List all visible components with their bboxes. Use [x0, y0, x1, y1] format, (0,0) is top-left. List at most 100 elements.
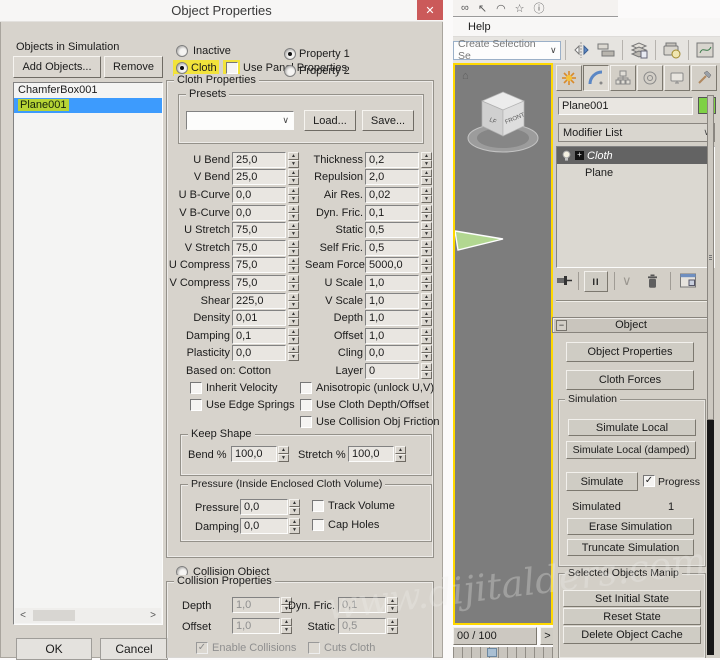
spinner-icon[interactable]: ▲▼: [421, 275, 432, 291]
truncate-simulation-button[interactable]: Truncate Simulation: [567, 539, 694, 556]
align-icon[interactable]: [594, 39, 618, 61]
spinner-icon[interactable]: ▲▼: [421, 205, 432, 221]
load-button[interactable]: Load...: [304, 110, 356, 131]
curve-editor-icon[interactable]: [693, 39, 717, 61]
param-field[interactable]: 0,1: [232, 328, 286, 344]
param-field[interactable]: 225,0: [232, 293, 286, 309]
param-field[interactable]: 75,0: [232, 257, 286, 273]
spinner-icon[interactable]: ▲▼: [421, 240, 432, 256]
pressure-field[interactable]: 0,0: [240, 499, 288, 515]
spinner-icon[interactable]: ▲▼: [289, 518, 300, 534]
configure-modifier-sets-icon[interactable]: [680, 273, 696, 288]
spinner-icon[interactable]: ▲▼: [421, 187, 432, 203]
selection-set-combo[interactable]: Create Selection Se ∨: [453, 41, 561, 60]
spinner-icon[interactable]: ▲▼: [288, 293, 299, 309]
track-bar[interactable]: [453, 647, 553, 658]
spinner-icon[interactable]: ▲▼: [288, 187, 299, 203]
ok-button[interactable]: OK: [16, 638, 92, 660]
param-field[interactable]: 2,0: [365, 169, 419, 185]
spinner-icon[interactable]: ▲▼: [421, 363, 432, 379]
param-field[interactable]: 0,5: [365, 222, 419, 238]
param-field[interactable]: 5000,0: [365, 257, 419, 273]
mirror-icon[interactable]: [570, 39, 594, 61]
param-field[interactable]: 0,5: [365, 240, 419, 256]
cancel-button[interactable]: Cancel: [100, 638, 168, 660]
pin-stack-icon[interactable]: [556, 272, 573, 288]
param-field[interactable]: 0: [365, 363, 419, 379]
bulb-icon[interactable]: [561, 150, 572, 162]
param-field[interactable]: 75,0: [232, 240, 286, 256]
param-field[interactable]: 75,0: [232, 222, 286, 238]
object-properties-button[interactable]: Object Properties: [566, 342, 694, 362]
rollout-object[interactable]: − Object: [552, 317, 710, 333]
param-field[interactable]: 0,01: [232, 310, 286, 326]
presets-dropdown[interactable]: ∨: [186, 111, 294, 130]
cloth-forces-button[interactable]: Cloth Forces: [566, 370, 694, 390]
cloth-plane-object[interactable]: [455, 222, 507, 254]
save-button[interactable]: Save...: [362, 110, 414, 131]
simulate-local-button[interactable]: Simulate Local: [568, 419, 696, 436]
spinner-icon[interactable]: ▲▼: [421, 345, 432, 361]
spinner-icon[interactable]: ▲▼: [421, 293, 432, 309]
time-slider-thumb[interactable]: [487, 648, 497, 657]
param-field[interactable]: 75,0: [232, 275, 286, 291]
simulation-objects-list[interactable]: ChamferBox001 Plane001 < >: [13, 82, 163, 625]
set-initial-state-button[interactable]: Set Initial State: [563, 590, 701, 607]
scroll-right-icon[interactable]: >: [145, 610, 161, 621]
help-icon[interactable]: ⓘ: [534, 0, 545, 16]
spinner-icon[interactable]: ▲▼: [421, 257, 432, 273]
param-field[interactable]: 0,2: [365, 152, 419, 168]
menu-help[interactable]: Help: [468, 21, 491, 33]
param-field[interactable]: 0,1: [365, 205, 419, 221]
tab-modify[interactable]: [583, 65, 609, 91]
param-field[interactable]: 25,0: [232, 152, 286, 168]
expand-icon[interactable]: +: [575, 151, 584, 160]
spinner-icon[interactable]: ▲▼: [288, 275, 299, 291]
layer-manager-icon[interactable]: [627, 39, 651, 61]
progress-checkbox[interactable]: ✓: [643, 475, 655, 487]
spinner-icon[interactable]: ▲▼: [395, 446, 406, 462]
cloth-radio[interactable]: [176, 62, 188, 74]
spinner-icon[interactable]: ▲▼: [421, 222, 432, 238]
render-setup-icon[interactable]: [660, 39, 684, 61]
add-objects-button[interactable]: Add Objects...: [13, 56, 101, 78]
viewcube[interactable]: LF FRONT: [464, 84, 542, 158]
use-panel-properties-checkbox[interactable]: [226, 62, 238, 74]
spinner-icon[interactable]: ▲▼: [288, 205, 299, 221]
param-field[interactable]: 1,0: [365, 310, 419, 326]
tab-utilities[interactable]: [691, 65, 717, 91]
spinner-icon[interactable]: ▲▼: [421, 328, 432, 344]
param-field[interactable]: 0,0: [232, 187, 286, 203]
spinner-icon[interactable]: ▲▼: [288, 328, 299, 344]
track-volume-checkbox[interactable]: [312, 500, 324, 512]
list-item-selected[interactable]: Plane001: [14, 98, 162, 113]
stack-item-cloth[interactable]: + Cloth: [557, 147, 714, 164]
tab-display[interactable]: [664, 65, 690, 91]
use-collision-obj-friction-checkbox[interactable]: [300, 416, 312, 428]
remove-button[interactable]: Remove: [104, 56, 163, 78]
param-field[interactable]: 0,0: [232, 345, 286, 361]
pressure-damping-field[interactable]: 0,0: [240, 518, 288, 534]
spinner-icon[interactable]: ▲▼: [421, 169, 432, 185]
show-end-result-icon[interactable]: II: [584, 271, 608, 292]
param-field[interactable]: 0,02: [365, 187, 419, 203]
property1-radio[interactable]: [284, 48, 296, 60]
param-field[interactable]: 1,0: [365, 328, 419, 344]
spinner-icon[interactable]: ▲▼: [288, 345, 299, 361]
use-cloth-depth-offset-checkbox[interactable]: [300, 399, 312, 411]
reset-state-button[interactable]: Reset State: [563, 608, 701, 625]
inherit-velocity-checkbox[interactable]: [190, 382, 202, 394]
tab-hierarchy[interactable]: [610, 65, 636, 91]
inactive-radio[interactable]: [176, 45, 188, 57]
close-icon[interactable]: ✕: [417, 0, 443, 20]
make-unique-icon[interactable]: ∨: [622, 273, 632, 289]
spinner-icon[interactable]: ▲▼: [288, 257, 299, 273]
param-field[interactable]: 25,0: [232, 169, 286, 185]
remove-modifier-icon[interactable]: [646, 274, 659, 289]
viewport[interactable]: ⌂ LF FRONT: [453, 63, 553, 625]
anisotropic-checkbox[interactable]: [300, 382, 312, 394]
spinner-icon[interactable]: ▲▼: [288, 152, 299, 168]
lasso-icon[interactable]: ◠: [496, 2, 506, 15]
stretch-percent-field[interactable]: 100,0: [348, 446, 394, 462]
use-edge-springs-checkbox[interactable]: [190, 399, 202, 411]
